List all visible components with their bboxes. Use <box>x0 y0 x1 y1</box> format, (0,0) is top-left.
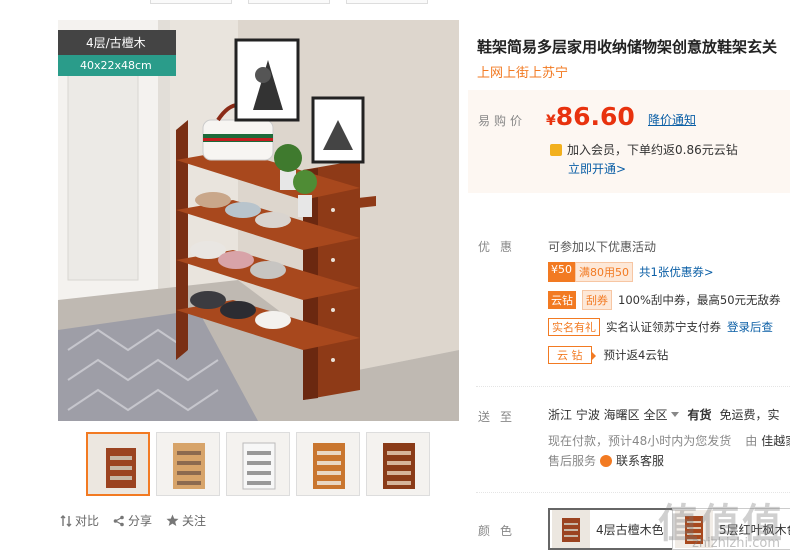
promo-label: 优惠 <box>478 240 523 254</box>
freight-text: 免运费，实 <box>719 408 780 422</box>
scratch-text: 100%刮中券，最高50元无敌券 <box>618 293 781 307</box>
share-icon <box>113 515 124 526</box>
variant-badge: 4层/古檀木 40x22x48cm <box>58 30 176 76</box>
badge-variant: 4层/古檀木 <box>58 30 176 55</box>
location-text: 浙江 宁波 海曙区 全区 <box>548 408 668 422</box>
cloud-row: 云 钻 预计返4云钻 <box>548 346 668 364</box>
chevron-down-icon <box>671 412 680 417</box>
delivery-label: 送至 <box>478 410 523 424</box>
realname-row: 实名有礼 实名认证领苏宁支付券 登录后查 <box>548 318 773 336</box>
color-option-name: 4层古檀木色 <box>596 522 664 537</box>
star-icon <box>166 514 179 526</box>
follow-label: 关注 <box>182 514 207 528</box>
price-currency: ¥ <box>546 113 556 129</box>
thumbnail-2[interactable] <box>156 432 220 496</box>
badge-size: 40x22x48cm <box>58 55 176 76</box>
share-label: 分享 <box>128 514 153 528</box>
realname-tag: 实名有礼 <box>548 318 600 336</box>
main-product-image[interactable]: 4层/古檀木 40x22x48cm <box>58 20 459 421</box>
thumbnail-5[interactable] <box>366 432 430 496</box>
open-membership-link[interactable]: 立即开通> <box>568 160 626 177</box>
member-icon <box>550 143 562 156</box>
coupon-rule: 满80用50 <box>575 262 633 282</box>
top-tab[interactable] <box>346 0 428 4</box>
share-button[interactable]: 分享 <box>113 512 152 529</box>
color-thumb <box>552 510 590 548</box>
member-row: 加入会员，下单约返0.86元云钻 <box>550 141 738 158</box>
price-box: 易购价 ¥86.60 降价通知 加入会员，下单约返0.86元云钻 立即开通> <box>468 90 790 193</box>
share-actions: 对比 分享 关注 <box>60 512 206 529</box>
coupon-amount: ¥50 <box>548 262 575 282</box>
thumbnail-3[interactable] <box>226 432 290 496</box>
price-drop-notice-link[interactable]: 降价通知 <box>648 111 696 128</box>
watermark-url: zhizhizhi.com <box>692 536 780 551</box>
delivery-row: 浙江 宁波 海曙区 全区 有货 免运费，实 <box>548 406 779 423</box>
thumbnail-1[interactable] <box>86 432 150 496</box>
scratch-row: 云钻 刮券 100%刮中券，最高50元无敌券 <box>548 290 781 310</box>
coupon-link[interactable]: 共1张优惠券> <box>639 264 713 280</box>
product-title: 鞋架简易多层家用收纳储物架创意放鞋架玄关 <box>477 38 778 56</box>
compare-icon <box>60 514 72 527</box>
top-tab[interactable] <box>248 0 330 4</box>
delivery-location[interactable]: 浙江 宁波 海曙区 全区 <box>548 406 680 423</box>
price-value: ¥86.60 <box>546 102 635 131</box>
yunzuan-tag: 云钻 <box>548 291 576 309</box>
top-tab[interactable] <box>150 0 232 4</box>
thumbnail-4[interactable] <box>296 432 360 496</box>
cloud-text: 预计返4云钻 <box>603 348 669 362</box>
after-sale-label: 售后服务 <box>548 454 597 468</box>
realname-link[interactable]: 登录后查 <box>727 319 773 335</box>
product-subtitle: 上网上街上苏宁 <box>477 66 569 81</box>
price-label: 易购价 <box>478 114 527 128</box>
seller-link[interactable]: 佳越家 <box>761 432 790 449</box>
promo-head: 可参加以下优惠活动 <box>548 240 657 254</box>
cloud-tag: 云 钻 <box>548 346 595 364</box>
after-sale-row: 售后服务 联系客服 <box>548 452 664 469</box>
color-option-1[interactable]: 4层古檀木色 <box>548 508 674 550</box>
scratch-tag[interactable]: 刮券 <box>582 290 612 310</box>
follow-button[interactable]: 关注 <box>166 512 206 529</box>
compare-label: 对比 <box>75 514 100 528</box>
compare-button[interactable]: 对比 <box>60 512 99 529</box>
stock-status: 有货 <box>687 408 712 422</box>
coupon-row: ¥50 满80用50 共1张优惠券> <box>548 262 713 282</box>
divider <box>476 386 790 387</box>
realname-text: 实名认证领苏宁支付券 <box>606 320 721 334</box>
customer-service-icon <box>600 454 613 467</box>
shoe-rack-illustration <box>58 20 459 421</box>
payment-row: 现在付款，预计48小时内为您发货 由 佳越家 <box>548 432 790 449</box>
color-label: 颜色 <box>478 524 523 538</box>
contact-service-link[interactable]: 联系客服 <box>616 452 664 469</box>
member-text: 加入会员，下单约返0.86元云钻 <box>567 143 738 157</box>
price-number: 86.60 <box>555 102 635 131</box>
payment-text: 现在付款，预计48小时内为您发货 <box>548 434 732 448</box>
seller-prefix: 由 <box>745 434 758 448</box>
